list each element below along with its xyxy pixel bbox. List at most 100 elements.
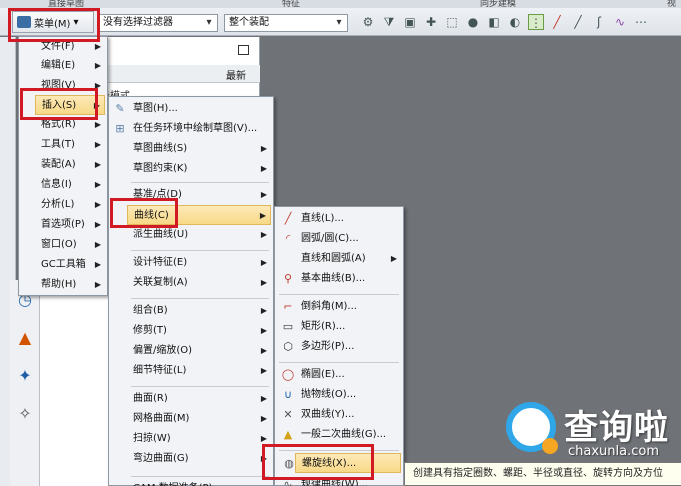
- rectangle-icon: ▭: [282, 320, 294, 333]
- insert-menu-item-4[interactable]: 基准/点(D) ▶: [133, 185, 271, 205]
- main-menu-item-9[interactable]: 首选项(P) ▶: [41, 215, 105, 235]
- helix-icon: ◍: [284, 457, 294, 470]
- insert-menu-item-1[interactable]: 在任务环境中绘制草图(V)... ⊞: [115, 119, 271, 139]
- main-menu-item-10[interactable]: 窗口(O) ▶: [41, 235, 105, 255]
- helix-tooltip: 创建具有指定圈数、螺距、半径或直径、旋转方向及方位: [404, 462, 681, 486]
- snap-settings-icon[interactable]: ⚙: [360, 14, 376, 30]
- main-menu-item-3[interactable]: 插入(S) ▶: [35, 95, 105, 115]
- insert-menu-item-label: 曲面(R): [133, 393, 168, 404]
- submenu-arrow-icon: ▶: [93, 101, 100, 110]
- insert-menu-item-0[interactable]: 草图(H)... ✎: [115, 99, 271, 119]
- grid-snap-icon[interactable]: ⋮: [528, 14, 544, 30]
- insert-menu-item-10[interactable]: 修剪(T) ▶: [133, 321, 271, 341]
- line-icon[interactable]: ╱: [549, 14, 565, 30]
- insert-menu-item-15[interactable]: 扫掠(W) ▶: [133, 429, 271, 449]
- submenu-arrow-icon: ▶: [260, 326, 267, 335]
- resource-bar: ◷ ▲ ✦ ✧: [10, 280, 40, 486]
- select-face-icon[interactable]: ▣: [402, 14, 418, 30]
- selection-filter-combo[interactable]: 没有选择过滤器 ▾: [98, 14, 218, 32]
- rectangle-select-icon[interactable]: ⬚: [444, 14, 460, 30]
- insert-menu-item-label: 弯边曲面(G): [133, 453, 189, 464]
- empty-icon-slot: [113, 412, 127, 426]
- insert-menu-item-16[interactable]: 弯边曲面(G) ▶: [133, 449, 271, 469]
- insert-menu-item-5[interactable]: 曲线(C) ▶: [127, 205, 271, 225]
- main-menu-item-6[interactable]: 装配(A) ▶: [41, 155, 105, 175]
- insert-menu-item-8[interactable]: 关联复制(A) ▶: [133, 273, 271, 293]
- insert-menu-item-label: 关联复制(A): [133, 277, 188, 288]
- curve-menu-item-label: 规律曲线(W)...: [301, 479, 369, 486]
- main-menu-item-5[interactable]: 工具(T) ▶: [41, 135, 105, 155]
- curve-line-icon[interactable]: ╱: [570, 14, 586, 30]
- insert-menu-item-14[interactable]: 网格曲面(M) ▶: [133, 409, 271, 429]
- main-menu-item-4[interactable]: 格式(R) ▶: [41, 115, 105, 135]
- ribbon-tab-sketch[interactable]: 直接草图: [48, 0, 84, 8]
- insert-menu-item-7[interactable]: 设计特征(E) ▶: [133, 253, 271, 273]
- curve-menu-item-10[interactable]: 一般二次曲线(G)... ▲: [284, 425, 401, 445]
- palette-icon[interactable]: ▲: [13, 326, 37, 350]
- insert-menu-item-2[interactable]: 草图曲线(S) ▶: [133, 139, 271, 159]
- main-menu-item-12[interactable]: 帮助(H) ▶: [41, 275, 105, 295]
- empty-icon-slot: [113, 392, 127, 406]
- top-toolbar: 菜单(M) ▾ 没有选择过滤器 ▾ 整个装配 ▾ ⚙ ⧩ ▣ ✚ ⬚ ● ◧ ◐…: [0, 8, 681, 36]
- curve-menu-item-8[interactable]: 抛物线(O)... ∪: [284, 385, 401, 405]
- insert-menu-item-9[interactable]: 组合(B) ▶: [133, 301, 271, 321]
- curve-menu-item-3[interactable]: 基本曲线(B)... ⚲: [284, 269, 401, 289]
- ribbon-tab-view[interactable]: 视: [667, 0, 676, 8]
- empty-icon-slot: [113, 276, 127, 290]
- more-icon[interactable]: ⋯: [633, 14, 649, 30]
- main-menu-item-2[interactable]: 视图(V) ▶: [41, 76, 105, 96]
- menu-button[interactable]: 菜单(M) ▾: [12, 11, 94, 33]
- assembly-scope-combo[interactable]: 整个装配 ▾: [224, 14, 348, 32]
- cube-icon[interactable]: ◧: [486, 14, 502, 30]
- insert-menu-item-label: 修剪(T): [133, 325, 167, 336]
- curve-menu-item-2[interactable]: 直线和圆弧(A) ▶: [301, 249, 401, 269]
- tools-icon[interactable]: ✧: [13, 402, 37, 426]
- curve-menu-item-0[interactable]: 直线(L)... ╱: [285, 209, 401, 229]
- insert-menu-item-11[interactable]: 偏置/缩放(O) ▶: [133, 341, 271, 361]
- wave-icon[interactable]: ∿: [612, 14, 628, 30]
- submenu-arrow-icon: ▶: [260, 394, 267, 403]
- insert-menu-item-17[interactable]: CAM 数据准备(P) ▶: [133, 479, 271, 486]
- curve-menu-item-12[interactable]: 规律曲线(W)... ∿: [283, 475, 401, 486]
- insert-menu-item-label: 草图(H)...: [133, 103, 178, 114]
- watermark-text: 查询啦: [564, 408, 669, 448]
- insert-menu-item-12[interactable]: 细节特征(L) ▶: [133, 361, 271, 381]
- insert-menu-item-6[interactable]: 派生曲线(U) ▶: [133, 225, 271, 245]
- curve-menu-item-label: 螺旋线(X)...: [302, 458, 357, 469]
- curve-menu-item-7[interactable]: 椭圆(E)... ◯: [282, 365, 401, 385]
- insert-menu-item-13[interactable]: 曲面(R) ▶: [133, 389, 271, 409]
- watermark-logo-icon: [506, 402, 558, 454]
- shade-icon[interactable]: ◐: [507, 14, 523, 30]
- main-menu-item-7[interactable]: 信息(I) ▶: [41, 175, 105, 195]
- curve-menu-item-6[interactable]: 多边形(P)... ⬡: [283, 337, 401, 357]
- main-menu-item-8[interactable]: 分析(L) ▶: [41, 195, 105, 215]
- curve-menu-item-1[interactable]: 圆弧/圆(C)... ◜: [286, 229, 401, 249]
- insert-menu-item-label: 曲线(C): [134, 210, 169, 221]
- insert-menu-item-label: CAM 数据准备(P): [133, 479, 212, 486]
- maximize-icon[interactable]: [238, 45, 249, 55]
- main-menu-item-label: 格式(R): [41, 119, 76, 130]
- menu-separator: [131, 182, 269, 183]
- submenu-arrow-icon: ▶: [94, 120, 101, 129]
- empty-icon-slot: [113, 344, 127, 358]
- main-menu-item-0[interactable]: 文件(F) ▶: [41, 37, 105, 57]
- ribbon-tab-sync[interactable]: 同步建模: [480, 0, 516, 8]
- main-menu-item-label: 文件(F): [41, 41, 75, 52]
- spline-icon[interactable]: ʃ: [591, 14, 607, 30]
- curve-menu-item-11[interactable]: 螺旋线(X)... ◍: [284, 453, 401, 473]
- main-menu-item-1[interactable]: 编辑(E) ▶: [41, 56, 105, 76]
- select-point-icon[interactable]: ✚: [423, 14, 439, 30]
- roles-icon[interactable]: ✦: [13, 364, 37, 388]
- sphere-icon[interactable]: ●: [465, 14, 481, 30]
- column-recent[interactable]: 最新: [226, 67, 246, 82]
- curve-menu-item-4[interactable]: 倒斜角(M)... ⌐: [283, 297, 401, 317]
- sketch-task-icon: ⊞: [115, 122, 125, 135]
- filter-icon[interactable]: ⧩: [381, 14, 397, 30]
- insert-menu-item-label: 基准/点(D): [133, 189, 182, 200]
- curve-menu-item-5[interactable]: 矩形(R)... ▭: [283, 317, 401, 337]
- main-menu-item-11[interactable]: GC工具箱 ▶: [41, 255, 105, 275]
- curve-menu-item-9[interactable]: 双曲线(Y)... ✕: [283, 405, 401, 425]
- curve-menu-item-label: 多边形(P)...: [301, 341, 355, 352]
- insert-menu-item-3[interactable]: 草图约束(K) ▶: [133, 159, 271, 179]
- ribbon-tab-feature[interactable]: 特征: [282, 0, 300, 8]
